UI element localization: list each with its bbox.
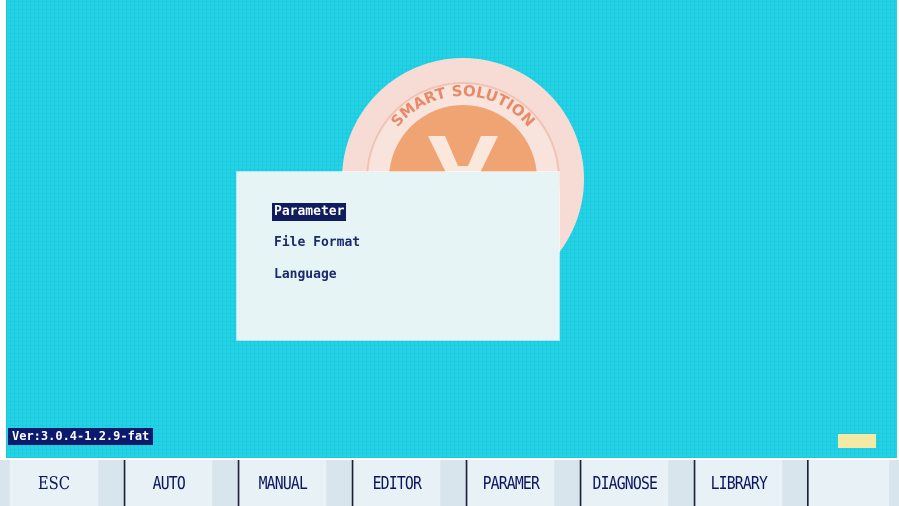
version-label: Ver:3.0.4-1.2.9-fat [8, 428, 154, 445]
menu-item-language[interactable]: Language [272, 266, 339, 284]
paramer-button[interactable]: PARAMER [465, 460, 555, 506]
menu-item-parameter[interactable]: Parameter [272, 203, 347, 221]
editor-button[interactable]: EDITOR [351, 460, 441, 506]
menu-item-file-format[interactable]: File Format [272, 234, 362, 252]
esc-button[interactable]: ESC [9, 460, 99, 506]
settings-menu-dialog: Parameter File Format Language [237, 172, 559, 340]
library-button[interactable]: LIBRARY [693, 460, 783, 506]
main-screen: SMART SOLUTION Parameter File Format Lan… [6, 0, 897, 458]
manual-button[interactable]: MANUAL [237, 460, 327, 506]
auto-button[interactable]: AUTO [123, 460, 213, 506]
diagnose-button[interactable]: DIAGNOSE [579, 460, 669, 506]
function-key-bar: ESC AUTO MANUAL EDITOR PARAMER DIAGNOSE … [0, 460, 899, 506]
empty-function-key[interactable] [807, 460, 889, 506]
status-indicator [838, 434, 876, 448]
